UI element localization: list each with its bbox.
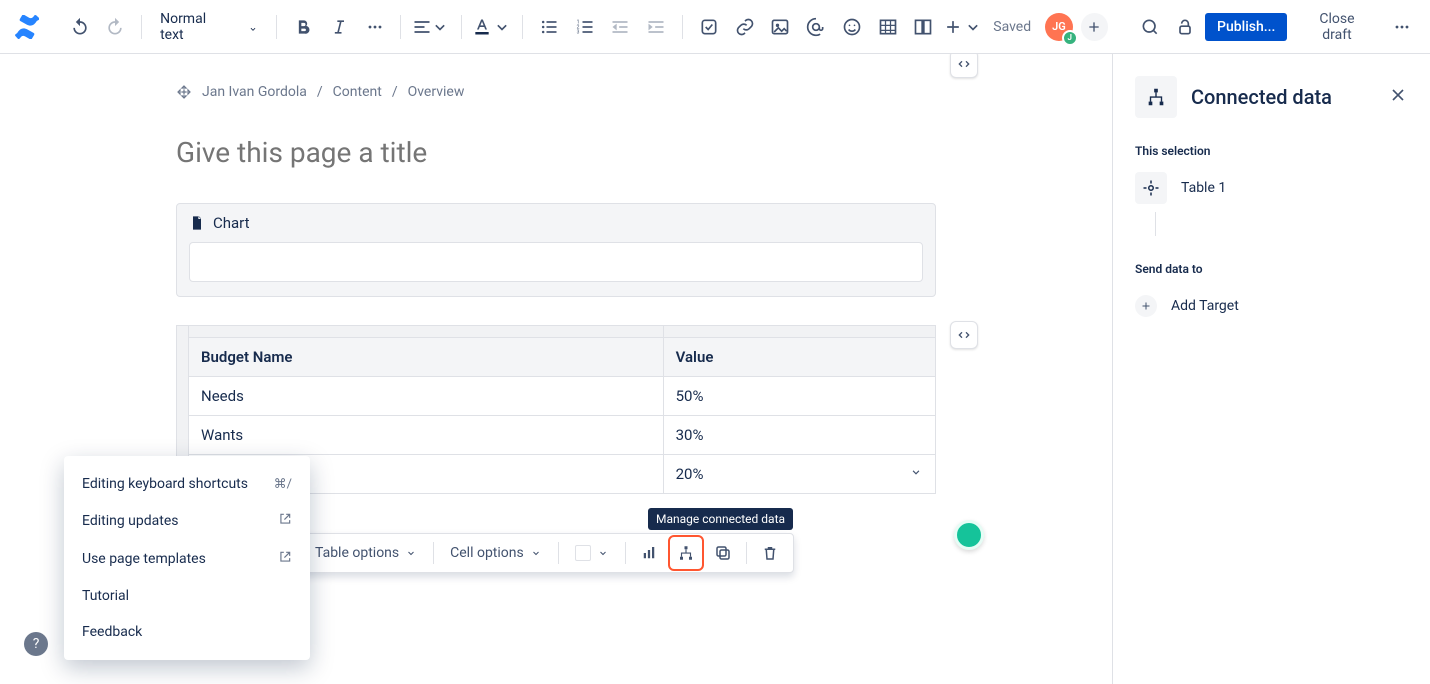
page-width-toggle[interactable]	[950, 54, 978, 78]
editor-toolbar: Normal text Saved JGJ Publish... Close d…	[0, 0, 1430, 54]
chart-macro-icon	[189, 215, 205, 231]
image-button[interactable]	[765, 11, 797, 43]
table-button[interactable]	[872, 11, 904, 43]
cell-dropdown-icon[interactable]	[909, 465, 923, 483]
more-actions-button[interactable]	[1386, 11, 1418, 43]
avatar[interactable]: JGJ	[1045, 13, 1073, 41]
section-send-data: Send data to	[1135, 262, 1408, 276]
selection-item[interactable]: Table 1	[1135, 168, 1408, 208]
bold-button[interactable]	[287, 11, 319, 43]
move-page-icon[interactable]	[176, 84, 192, 100]
table-floating-toolbar: Table options Cell options	[298, 533, 794, 573]
external-link-icon	[278, 550, 292, 568]
external-link-icon	[278, 512, 292, 530]
text-color-button[interactable]	[472, 11, 512, 43]
italic-button[interactable]	[323, 11, 355, 43]
table-header-cell[interactable]: Budget Name	[189, 338, 664, 377]
add-collaborator-button[interactable]	[1081, 13, 1109, 41]
insert-more-button[interactable]	[943, 11, 983, 43]
insert-chart-button[interactable]	[634, 538, 664, 568]
action-item-button[interactable]	[693, 11, 725, 43]
indent-button[interactable]	[640, 11, 672, 43]
confluence-logo[interactable]	[12, 12, 42, 42]
cell-options-button[interactable]: Cell options	[442, 538, 550, 568]
table-col-handle[interactable]	[189, 326, 664, 338]
link-button[interactable]	[729, 11, 761, 43]
manage-connected-data-button[interactable]	[671, 538, 701, 568]
delete-table-button[interactable]	[755, 538, 785, 568]
plus-icon	[1135, 295, 1157, 317]
bullet-list-button[interactable]	[533, 11, 565, 43]
close-draft-button[interactable]: Close draft	[1291, 5, 1382, 49]
table-header-cell[interactable]: Value	[663, 338, 935, 377]
saved-status: Saved	[993, 19, 1031, 35]
help-menu: Editing keyboard shortcuts ⌘/ Editing up…	[64, 456, 310, 660]
copy-table-button[interactable]	[708, 538, 738, 568]
breadcrumb: Jan Ivan Gordola / Content / Overview	[176, 84, 936, 100]
presence-badge: J	[1062, 30, 1078, 46]
chart-macro-body[interactable]	[189, 242, 923, 282]
outdent-button[interactable]	[605, 11, 637, 43]
connected-data-icon	[1135, 76, 1177, 118]
breadcrumb-overview[interactable]: Overview	[408, 84, 465, 100]
help-feedback[interactable]: Feedback	[64, 614, 310, 650]
panel-close-button[interactable]	[1388, 85, 1408, 110]
attention-highlight	[668, 535, 704, 571]
table-row: Needs 50%	[177, 377, 936, 416]
chart-macro-label: Chart	[213, 214, 250, 232]
table-options-button[interactable]: Table options	[307, 538, 425, 568]
breadcrumb-content[interactable]: Content	[333, 84, 382, 100]
more-formatting-button[interactable]	[359, 11, 391, 43]
panel-title: Connected data	[1191, 85, 1332, 109]
restrictions-button[interactable]	[1170, 11, 1202, 43]
help-button[interactable]: ?	[24, 632, 48, 656]
tooltip: Manage connected data	[648, 508, 793, 530]
target-icon	[1135, 172, 1167, 204]
table-row: Wants 30%	[177, 416, 936, 455]
breadcrumb-user[interactable]: Jan Ivan Gordola	[202, 84, 307, 100]
grammarly-widget[interactable]	[954, 520, 984, 550]
add-target-button[interactable]: Add Target	[1135, 286, 1408, 326]
emoji-button[interactable]	[836, 11, 868, 43]
redo-button[interactable]	[99, 11, 131, 43]
section-this-selection: This selection	[1135, 144, 1408, 158]
cell-background-button[interactable]	[567, 538, 617, 568]
numbered-list-button[interactable]	[569, 11, 601, 43]
find-replace-button[interactable]	[1134, 11, 1166, 43]
text-style-select[interactable]: Normal text	[152, 11, 266, 43]
table-col-handle[interactable]	[663, 326, 935, 338]
alignment-button[interactable]	[411, 11, 451, 43]
undo-button[interactable]	[64, 11, 96, 43]
connected-data-panel: Connected data This selection Table 1 Se…	[1112, 54, 1430, 684]
publish-button[interactable]: Publish...	[1205, 13, 1287, 41]
table-width-toggle[interactable]	[950, 321, 978, 349]
layout-button[interactable]	[907, 11, 939, 43]
help-templates[interactable]: Use page templates	[64, 540, 310, 578]
page-title-input[interactable]	[176, 136, 936, 169]
help-updates[interactable]: Editing updates	[64, 502, 310, 540]
help-tutorial[interactable]: Tutorial	[64, 578, 310, 614]
chevron-down-icon	[248, 22, 258, 32]
help-shortcuts[interactable]: Editing keyboard shortcuts ⌘/	[64, 466, 310, 502]
chart-macro[interactable]: Chart	[176, 203, 936, 297]
mention-button[interactable]	[800, 11, 832, 43]
